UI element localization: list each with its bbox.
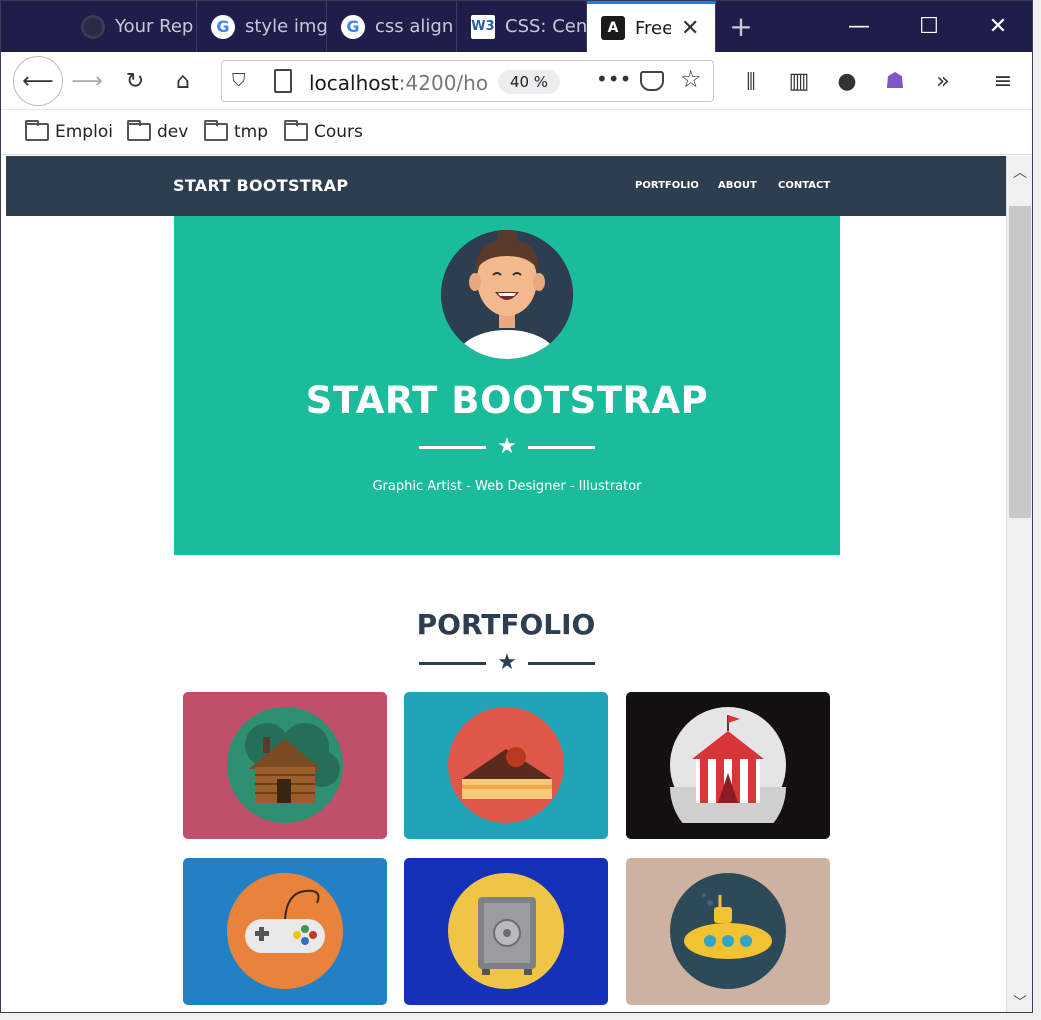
bookmarks-bar: Emploi dev tmp Cours	[1, 111, 1032, 155]
portfolio-item-submarine[interactable]	[626, 858, 830, 1005]
folder-icon	[204, 120, 228, 141]
tab-w3-css[interactable]: W3 CSS: Cen	[457, 1, 587, 52]
account-icon[interactable]: ●	[827, 61, 867, 101]
bookmark-label: Cours	[314, 122, 363, 142]
tab-label: css align	[375, 16, 454, 37]
portfolio-heading: PORTFOLIO	[416, 608, 596, 641]
bookmark-label: dev	[157, 122, 189, 142]
masthead: START BOOTSTRAP ★ Graphic Artist - Web D…	[174, 216, 840, 555]
portfolio-item-circus[interactable]	[626, 692, 830, 839]
portfolio-item-cake[interactable]	[404, 692, 608, 839]
google-icon: G	[341, 14, 365, 39]
url-bar[interactable]: ⛉ localhost:4200/hom 40 % ••• ☆	[221, 60, 714, 102]
zoom-level-badge[interactable]: 40 %	[498, 70, 560, 94]
avatar	[441, 230, 573, 359]
tracking-shield-icon[interactable]: ⛉	[232, 70, 246, 91]
tab-label: CSS: Cen	[505, 16, 586, 37]
bookmark-label: Emploi	[55, 122, 113, 142]
scroll-up-arrow-icon[interactable]: ︿	[1011, 162, 1029, 181]
divider-line	[528, 446, 595, 449]
angular-icon: A	[601, 16, 625, 40]
nav-toolbar: ⟵ ⟶ ↻ ⌂ ⛉ localhost:4200/hom 40 % ••• ☆ …	[1, 52, 1032, 110]
tab-strip: Your Rep G style img G css align W3 CSS:…	[1, 1, 1032, 52]
tab-label: Your Rep	[115, 16, 194, 37]
game-controller-icon	[227, 873, 343, 989]
maximize-icon[interactable]: ☐	[899, 1, 959, 52]
cake-icon	[448, 707, 564, 823]
library-icon[interactable]: ⫼	[731, 61, 771, 101]
divider-line	[419, 662, 486, 665]
more-actions-icon[interactable]: •••	[596, 67, 631, 91]
site-navbar: START BOOTSTRAP PORTFOLIO ABOUT CONTACT	[6, 156, 1006, 216]
masthead-subtitle: Graphic Artist - Web Designer - Illustra…	[372, 479, 642, 494]
tab-label: style img	[245, 16, 326, 37]
bookmark-star-icon[interactable]: ☆	[680, 65, 702, 93]
portfolio-item-safe[interactable]	[404, 858, 608, 1005]
page-viewport: START BOOTSTRAP PORTFOLIO ABOUT CONTACT	[6, 156, 1006, 1012]
portfolio-item-cabin[interactable]	[183, 692, 387, 839]
bookmark-folder-dev[interactable]: dev	[127, 120, 189, 142]
bookmark-folder-cours[interactable]: Cours	[284, 120, 363, 142]
bookmark-folder-emploi[interactable]: Emploi	[25, 120, 113, 142]
site-brand[interactable]: START BOOTSTRAP	[173, 176, 348, 195]
page-info-icon[interactable]	[274, 69, 292, 93]
page-scrollbar[interactable]: ︿ ﹀	[1006, 156, 1032, 1012]
minimize-icon[interactable]: —	[829, 1, 889, 52]
folder-icon	[127, 120, 151, 141]
url-path: :4200/hom	[398, 71, 489, 95]
bookmark-folder-tmp[interactable]: tmp	[204, 120, 269, 142]
bookmark-label: tmp	[234, 122, 269, 142]
url-text[interactable]: localhost:4200/hom	[309, 71, 489, 95]
submarine-icon	[670, 873, 786, 989]
nav-link-about[interactable]: ABOUT	[718, 180, 757, 191]
sidebar-icon[interactable]: ▥	[779, 61, 819, 101]
back-arrow-icon[interactable]: ⟵	[13, 56, 63, 106]
tab-active-angular[interactable]: A Freel ✕	[587, 1, 716, 52]
nav-link-contact[interactable]: CONTACT	[778, 180, 830, 191]
star-icon: ★	[497, 434, 517, 459]
extension-icon[interactable]: ☗	[875, 61, 915, 101]
browser-window: Your Rep G style img G css align W3 CSS:…	[0, 0, 1033, 1013]
tab-label: Freel	[635, 17, 671, 39]
tab-style-img[interactable]: G style img	[197, 1, 327, 52]
portfolio-divider: ★	[419, 651, 595, 675]
star-icon: ★	[497, 650, 517, 675]
close-window-icon[interactable]: ✕	[968, 1, 1028, 52]
scroll-down-arrow-icon[interactable]: ﹀	[1011, 992, 1029, 1011]
url-host: localhost	[309, 71, 399, 95]
masthead-divider: ★	[419, 435, 595, 459]
pocket-icon[interactable]	[640, 71, 664, 91]
forward-arrow-icon[interactable]: ⟶	[67, 61, 107, 101]
tab-github[interactable]: Your Rep	[67, 1, 197, 52]
portfolio-item-game-controller[interactable]	[183, 858, 387, 1005]
google-icon: G	[211, 14, 235, 39]
close-tab-icon[interactable]: ✕	[681, 16, 699, 41]
divider-line	[419, 446, 486, 449]
cabin-icon	[227, 707, 343, 823]
folder-icon	[284, 120, 308, 141]
menu-icon[interactable]: ≡	[983, 61, 1023, 101]
home-icon[interactable]: ⌂	[163, 61, 203, 101]
nav-link-portfolio[interactable]: PORTFOLIO	[635, 180, 699, 191]
github-icon	[81, 14, 105, 39]
safe-icon	[448, 873, 564, 989]
reload-icon[interactable]: ↻	[115, 61, 155, 101]
scroll-thumb[interactable]	[1009, 206, 1031, 518]
folder-icon	[25, 120, 49, 141]
tab-css-align[interactable]: G css align	[327, 1, 457, 52]
divider-line	[528, 662, 595, 665]
masthead-title: START BOOTSTRAP	[305, 379, 709, 422]
overflow-chevron-icon[interactable]: »	[923, 61, 963, 101]
circus-tent-icon	[670, 707, 786, 823]
new-tab-button[interactable]: +	[711, 1, 771, 52]
w3schools-icon: W3	[471, 14, 495, 39]
